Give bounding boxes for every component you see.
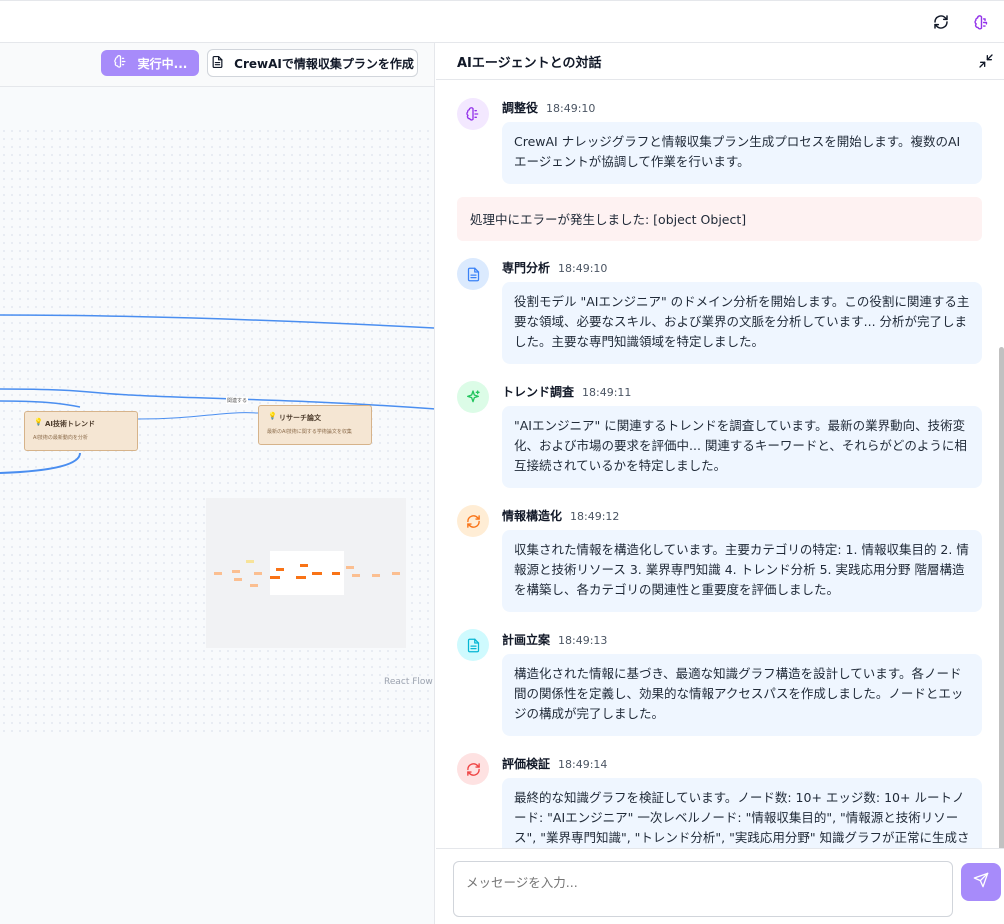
- node-title: AI技術トレンド: [45, 420, 96, 428]
- minimap-node: [372, 574, 380, 577]
- edge-label: 関連する: [226, 397, 249, 404]
- message-bubble: CrewAI ナレッジグラフと情報収集プラン生成プロセスを開始します。複数のAI…: [502, 122, 982, 184]
- minimap-node: [296, 576, 306, 579]
- flow-canvas[interactable]: 実行中... CrewAIで情報収集プランを作成 関連する 💡 AI技術トレンド…: [0, 43, 435, 924]
- send-icon: [973, 872, 989, 892]
- chat-title: AIエージェントとの対話: [457, 56, 602, 71]
- message-bubble: 収集された情報を構造化しています。主要カテゴリの特定: 1. 情報収集目的 2.…: [502, 530, 982, 612]
- message-bubble: "AIエンジニア" に関連するトレンドを調査しています。最新の業界動向、技術変化…: [502, 406, 982, 488]
- message-time: 18:49:10: [546, 102, 596, 115]
- message-sender: 専門分析 18:49:10: [502, 259, 607, 276]
- flow-edges: [0, 314, 434, 474]
- refresh-icon: [457, 505, 489, 537]
- message-sender: 情報構造化 18:49:12: [502, 507, 619, 524]
- message-time: 18:49:10: [558, 262, 608, 275]
- top-bar: [0, 0, 1004, 43]
- minimap-node: [232, 570, 240, 573]
- react-flow-attribution[interactable]: React Flow: [384, 677, 433, 687]
- sender-name: トレンド調査: [502, 385, 575, 399]
- message-sender: 調整役 18:49:10: [502, 99, 595, 116]
- lightbulb-icon: 💡: [268, 412, 277, 420]
- file-text-icon: [457, 629, 489, 661]
- minimap-node: [234, 578, 242, 581]
- minimap-node: [270, 576, 280, 579]
- sender-name: 専門分析: [502, 261, 551, 275]
- flow-node[interactable]: 💡 AI技術トレンド AI技術の最新動向を分析: [24, 411, 138, 451]
- message-bubble: 役割モデル "AIエンジニア" のドメイン分析を開始します。この役割に関連する主…: [502, 282, 982, 364]
- send-button[interactable]: [961, 863, 1001, 901]
- refresh-icon[interactable]: [931, 12, 951, 32]
- minimap-node: [300, 564, 308, 567]
- message-bubble: 最終的な知識グラフを検証しています。ノード数: 10+ エッジ数: 10+ ルー…: [502, 778, 982, 848]
- refresh-icon: [457, 753, 489, 785]
- brain-icon[interactable]: [971, 12, 991, 32]
- minimap-node: [346, 566, 354, 569]
- message-time: 18:49:14: [558, 758, 608, 771]
- minimap-node: [332, 572, 340, 575]
- minimap-node: [246, 560, 254, 563]
- sender-name: 計画立案: [502, 633, 551, 647]
- sender-name: 評価検証: [502, 757, 551, 771]
- message-time: 18:49:12: [570, 510, 620, 523]
- message-sender: 評価検証 18:49:14: [502, 755, 607, 772]
- minimap-node: [254, 572, 262, 575]
- message-sender: トレンド調査 18:49:11: [502, 383, 631, 400]
- chat-header: AIエージェントとの対話: [436, 43, 1004, 80]
- error-message: 処理中にエラーが発生しました: [object Object]: [457, 197, 982, 241]
- sender-name: 情報構造化: [502, 509, 563, 523]
- file-text-icon: [457, 258, 489, 290]
- node-description: AI技術の最新動向を分析: [33, 435, 88, 441]
- chat-input-area: [436, 848, 1004, 924]
- message-list[interactable]: 調整役 18:49:10 CrewAI ナレッジグラフと情報収集プラン生成プロセス…: [436, 80, 1004, 848]
- minimap-node: [312, 572, 322, 575]
- message-sender: 計画立案 18:49:13: [502, 631, 607, 648]
- scrollbar[interactable]: [999, 347, 1004, 848]
- minimap-node: [392, 572, 400, 575]
- minimap-node: [352, 574, 360, 577]
- message-time: 18:49:11: [582, 386, 632, 399]
- minimize-icon[interactable]: [978, 53, 994, 69]
- minimap-node: [214, 572, 222, 575]
- node-title: リサーチ論文: [279, 414, 321, 422]
- sparkles-icon: [457, 381, 489, 413]
- minimap[interactable]: [206, 498, 406, 648]
- node-description: 最新のAI技術に関する学術論文を収集: [267, 429, 352, 435]
- message-bubble: 構造化された情報に基づき、最適な知識グラフ構造を設計しています。各ノード間の関係…: [502, 654, 982, 736]
- chat-panel: AIエージェントとの対話 調整役 18:49:10 CrewAI ナレッジグラフと…: [436, 43, 1004, 924]
- minimap-node: [276, 568, 284, 571]
- flow-node[interactable]: 💡 リサーチ論文 最新のAI技術に関する学術論文を収集: [258, 405, 372, 445]
- message-time: 18:49:13: [558, 634, 608, 647]
- sender-name: 調整役: [502, 101, 539, 115]
- message-input[interactable]: [453, 861, 953, 917]
- brain-icon: [457, 98, 489, 130]
- lightbulb-icon: 💡: [34, 418, 43, 426]
- minimap-node: [250, 584, 258, 587]
